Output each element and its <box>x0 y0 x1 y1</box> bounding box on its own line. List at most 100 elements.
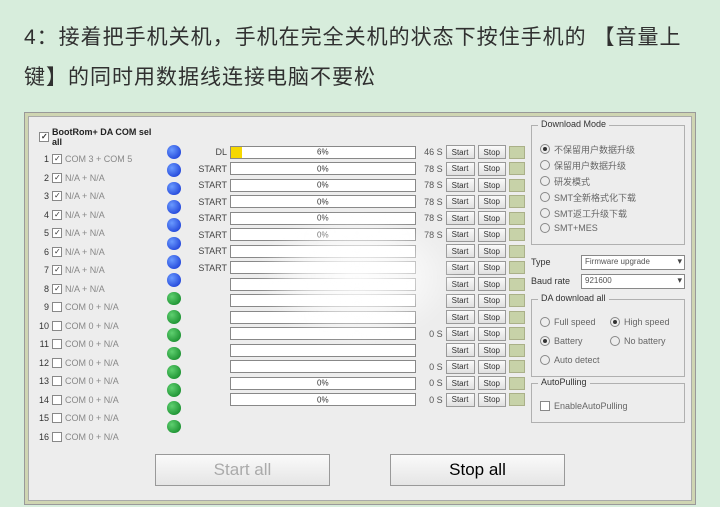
row-stop-button[interactable]: Stop <box>478 277 506 291</box>
progress-row: 0 S Start Stop <box>189 358 525 375</box>
row-stop-button[interactable]: Stop <box>478 244 506 258</box>
download-mode-option[interactable]: 研发模式 <box>540 175 676 188</box>
download-mode-option[interactable]: SMT全新格式化下载 <box>540 191 676 204</box>
row-stop-button[interactable]: Stop <box>478 195 506 209</box>
row-checkbox[interactable] <box>52 265 62 275</box>
row-start-button[interactable]: Start <box>446 228 475 242</box>
download-mode-option[interactable]: SMT+MES <box>540 223 676 233</box>
seconds-label: 0 S <box>419 362 443 372</box>
download-mode-option[interactable]: 不保留用户数据升级 <box>540 143 676 156</box>
row-checkbox[interactable] <box>52 247 62 257</box>
row-start-button[interactable]: Start <box>446 195 475 209</box>
progress-row: Start Stop <box>189 276 525 293</box>
progress-pct: 6% <box>317 148 329 157</box>
da-download-option[interactable]: Full speed <box>540 317 606 327</box>
row-stop-button[interactable]: Stop <box>478 162 506 176</box>
row-start-button[interactable]: Start <box>446 211 475 225</box>
row-index: 12 <box>35 358 49 368</box>
radio-icon <box>540 192 550 202</box>
row-start-button[interactable]: Start <box>446 261 475 275</box>
row-status-block <box>509 377 525 390</box>
row-start-button[interactable]: Start <box>446 178 475 192</box>
row-checkbox[interactable] <box>52 339 62 349</box>
row-stop-button[interactable]: Stop <box>478 178 506 192</box>
radio-label: Full speed <box>554 317 596 327</box>
row-checkbox[interactable] <box>52 284 62 294</box>
row-checkbox[interactable] <box>52 173 62 183</box>
select-all-row[interactable]: BootRom+ DA COM sel all <box>35 125 159 151</box>
row-checkbox[interactable] <box>52 358 62 368</box>
com-label: COM 0 + N/A <box>65 413 159 423</box>
row-stop-button[interactable]: Stop <box>478 145 506 159</box>
row-checkbox[interactable] <box>52 210 62 220</box>
start-all-button[interactable]: Start all <box>155 454 330 486</box>
row-checkbox[interactable] <box>52 191 62 201</box>
row-stop-button[interactable]: Stop <box>478 343 506 357</box>
row-checkbox[interactable] <box>52 321 62 331</box>
radio-icon <box>540 160 550 170</box>
radio-icon <box>540 355 550 365</box>
row-stop-button[interactable]: Stop <box>478 360 506 374</box>
row-status-block <box>509 278 525 291</box>
row-start-button[interactable]: Start <box>446 162 475 176</box>
status-dot <box>167 200 181 214</box>
row-start-button[interactable]: Start <box>446 376 475 390</box>
com-row: 2 N/A + N/A <box>35 169 159 186</box>
row-stop-button[interactable]: Stop <box>478 310 506 324</box>
row-stop-button[interactable]: Stop <box>478 228 506 242</box>
select-all-checkbox[interactable] <box>39 132 49 142</box>
seconds-label: 78 S <box>419 164 443 174</box>
da-download-option[interactable]: Battery <box>540 336 606 346</box>
row-stop-button[interactable]: Stop <box>478 376 506 390</box>
da-download-option[interactable]: Auto detect <box>540 355 676 365</box>
da-download-option[interactable]: No battery <box>610 336 676 346</box>
download-mode-option[interactable]: 保留用户数据升级 <box>540 159 676 172</box>
seconds-label: 78 S <box>419 197 443 207</box>
row-start-button[interactable]: Start <box>446 327 475 341</box>
row-start-button[interactable]: Start <box>446 393 475 407</box>
status-dot <box>167 365 181 379</box>
stop-all-button[interactable]: Stop all <box>390 454 565 486</box>
autopulling-checkbox[interactable] <box>540 401 550 411</box>
row-index: 10 <box>35 321 49 331</box>
progress-row: 0% 0 S Start Stop <box>189 375 525 392</box>
row-checkbox[interactable] <box>52 395 62 405</box>
row-checkbox[interactable] <box>52 302 62 312</box>
row-stop-button[interactable]: Stop <box>478 327 506 341</box>
radio-label: 研发模式 <box>554 175 590 188</box>
progress-bar: 0% <box>230 195 416 208</box>
row-start-button[interactable]: Start <box>446 244 475 258</box>
row-stop-button[interactable]: Stop <box>478 211 506 225</box>
baud-select[interactable]: 921600 <box>581 274 685 289</box>
start-label: DL <box>189 147 227 157</box>
com-row: 10 COM 0 + N/A <box>35 317 159 334</box>
row-start-button[interactable]: Start <box>446 343 475 357</box>
download-mode-group: Download Mode 不保留用户数据升级 保留用户数据升级 研发模式 SM… <box>531 125 685 245</box>
row-start-button[interactable]: Start <box>446 294 475 308</box>
start-label: START <box>189 213 227 223</box>
row-checkbox[interactable] <box>52 154 62 164</box>
download-mode-option[interactable]: SMT返工升级下载 <box>540 207 676 220</box>
row-stop-button[interactable]: Stop <box>478 294 506 308</box>
com-label: COM 0 + N/A <box>65 339 159 349</box>
progress-column: DL 6% 46 S Start Stop START 0% 78 S Star… <box>189 125 525 435</box>
radio-icon <box>540 317 550 327</box>
row-start-button[interactable]: Start <box>446 310 475 324</box>
row-checkbox[interactable] <box>52 413 62 423</box>
row-start-button[interactable]: Start <box>446 277 475 291</box>
type-select[interactable]: Firmware upgrade <box>581 255 685 270</box>
row-stop-button[interactable]: Stop <box>478 393 506 407</box>
type-section: Type Firmware upgrade Baud rate 921600 <box>531 251 685 293</box>
baud-label: Baud rate <box>531 276 577 286</box>
com-label: COM 0 + N/A <box>65 358 159 368</box>
row-start-button[interactable]: Start <box>446 360 475 374</box>
start-label: START <box>189 263 227 273</box>
da-download-option[interactable]: High speed <box>610 317 676 327</box>
row-start-button[interactable]: Start <box>446 145 475 159</box>
autopulling-option[interactable]: EnableAutoPulling <box>540 401 676 411</box>
row-checkbox[interactable] <box>52 432 62 442</box>
row-checkbox[interactable] <box>52 376 62 386</box>
status-dot <box>167 163 181 177</box>
row-checkbox[interactable] <box>52 228 62 238</box>
row-stop-button[interactable]: Stop <box>478 261 506 275</box>
